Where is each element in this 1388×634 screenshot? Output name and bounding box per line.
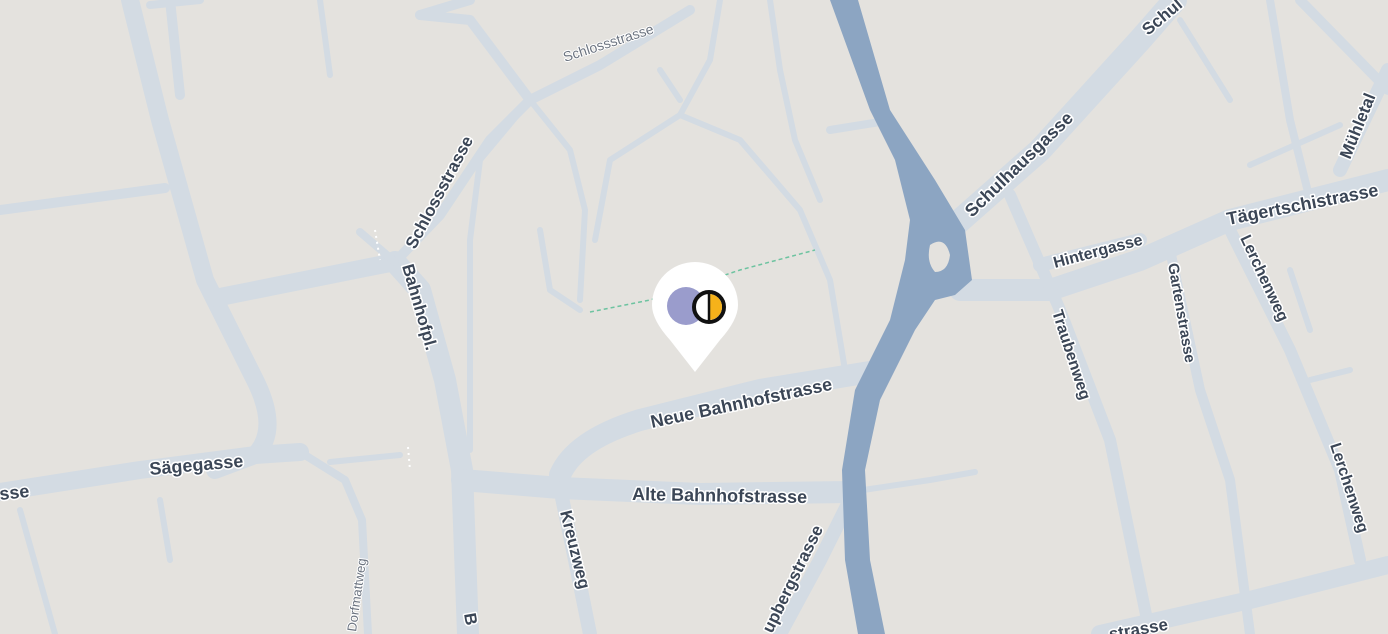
road-top-left-stub: [146, 0, 204, 9]
label-alte-bahnhofstrasse: Alte Bahnhofstrasse: [632, 484, 807, 507]
half-circle-icon: [692, 290, 726, 324]
map-canvas[interactable]: Schlossstrasse Schlossstrasse Bahnhofpl.…: [0, 0, 1388, 634]
label-sse-fragment: sse: [0, 481, 30, 504]
map-svg: Schlossstrasse Schlossstrasse Bahnhofpl.…: [0, 0, 1388, 634]
